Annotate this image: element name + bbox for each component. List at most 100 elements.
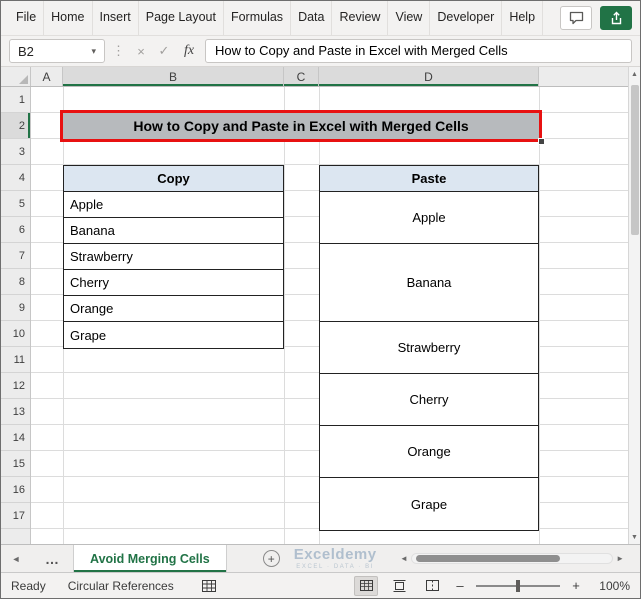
copy-cell-apple[interactable]: Apple <box>64 192 283 218</box>
row-header-9[interactable]: 9 <box>1 295 30 321</box>
row-header-2[interactable]: 2 <box>1 113 30 139</box>
sheet-tab-bar: ◄ … Avoid Merging Cells + Exceldemy EXCE… <box>1 544 640 572</box>
paste-cell-strawberry[interactable]: Strawberry <box>320 322 538 374</box>
copy-cell-cherry[interactable]: Cherry <box>64 270 283 296</box>
paste-table-body: Apple Banana Strawberry Cherry Orange Grape <box>320 192 538 530</box>
vertical-scroll-thumb[interactable] <box>630 85 639 235</box>
row-header-10[interactable]: 10 <box>1 321 30 347</box>
paste-cell-apple[interactable]: Apple <box>320 192 538 244</box>
status-right-group: – + 100% <box>354 575 630 596</box>
ribbon-tab-page-layout[interactable]: Page Layout <box>139 1 224 35</box>
paste-cell-banana[interactable]: Banana <box>320 244 538 322</box>
column-header-c[interactable]: C <box>284 67 319 86</box>
ribbon-right-buttons <box>560 6 632 30</box>
ribbon-tab-help[interactable]: Help <box>502 1 544 35</box>
copy-cell-strawberry[interactable]: Strawberry <box>64 244 283 270</box>
horizontal-scrollbar[interactable]: ◄ ► <box>400 553 624 564</box>
insert-function-button[interactable]: fx <box>178 43 200 59</box>
status-mode: Ready <box>11 578 46 593</box>
view-page-layout-button[interactable] <box>387 576 411 596</box>
exceldemy-watermark: Exceldemy EXCEL · DATA · BI <box>294 547 377 570</box>
row-header-14[interactable]: 14 <box>1 425 30 451</box>
row-header-7[interactable]: 7 <box>1 243 30 269</box>
ribbon-tab-developer[interactable]: Developer <box>430 1 503 35</box>
copy-cell-banana[interactable]: Banana <box>64 218 283 244</box>
excel-window: File Home Insert Page Layout Formulas Data Rev… <box>0 0 641 599</box>
scroll-down-icon[interactable]: ▼ <box>629 530 640 544</box>
chevron-down-icon[interactable]: ▾ <box>91 46 96 57</box>
ribbon-tab-view[interactable]: View <box>388 1 431 35</box>
zoom-in-button[interactable]: + <box>569 578 583 593</box>
ribbon-tab-review[interactable]: Review <box>332 1 389 35</box>
formula-input[interactable]: How to Copy and Paste in Excel with Merg… <box>205 39 632 63</box>
vertical-scrollbar[interactable]: ▲ ▼ <box>628 67 640 544</box>
sheet-nav-left-icon[interactable]: ◄ <box>1 554 31 564</box>
zoom-slider[interactable] <box>476 579 560 592</box>
comment-icon <box>569 11 583 25</box>
column-header-filler <box>539 67 628 86</box>
paste-cell-grape[interactable]: Grape <box>320 478 538 530</box>
view-normal-button[interactable] <box>354 575 378 596</box>
ribbon-tab-home[interactable]: Home <box>44 1 93 35</box>
status-sheet-icon[interactable] <box>201 579 216 592</box>
ribbon-tab-data[interactable]: Data <box>291 1 333 35</box>
formula-text: How to Copy and Paste in Excel with Merg… <box>215 43 508 58</box>
ribbon-tab-bar: File Home Insert Page Layout Formulas Data Rev… <box>1 1 640 35</box>
copy-cell-orange[interactable]: Orange <box>64 296 283 322</box>
red-highlight-box: How to Copy and Paste in Excel with Merg… <box>60 110 545 145</box>
select-all-corner[interactable] <box>1 67 31 86</box>
share-button[interactable] <box>600 6 632 30</box>
zoom-slider-thumb[interactable] <box>516 579 520 592</box>
cells-area[interactable]: How to Copy and Paste in Excel with Merg… <box>31 87 628 544</box>
copy-table-header-cell[interactable]: Copy <box>64 166 283 192</box>
row-header-3[interactable]: 3 <box>1 139 30 165</box>
row-header-12[interactable]: 12 <box>1 373 30 399</box>
row-header-5[interactable]: 5 <box>1 191 30 217</box>
horizontal-scroll-track[interactable] <box>410 553 614 564</box>
more-sheets-ellipsis[interactable]: … <box>31 551 73 567</box>
row-headers: 1 2 3 4 5 6 7 8 9 10 11 12 13 14 15 16 17 <box>1 87 31 544</box>
name-box[interactable]: B2 ▾ <box>9 39 105 63</box>
row-header-13[interactable]: 13 <box>1 399 30 425</box>
row-header-4[interactable]: 4 <box>1 165 30 191</box>
ribbon-tab-formulas[interactable]: Formulas <box>224 1 292 35</box>
merged-title-cell[interactable]: How to Copy and Paste in Excel with Merg… <box>63 113 539 139</box>
circular-references-status[interactable]: Circular References <box>68 579 174 593</box>
row-header-8[interactable]: 8 <box>1 269 30 295</box>
sheet-tab-avoid-merging-cells[interactable]: Avoid Merging Cells <box>73 545 227 572</box>
view-page-break-button[interactable] <box>420 576 444 596</box>
enter-button[interactable]: ✓ <box>155 43 173 59</box>
paste-cell-orange[interactable]: Orange <box>320 426 538 478</box>
row-header-16[interactable]: 16 <box>1 477 30 503</box>
horizontal-scroll-thumb[interactable] <box>415 555 561 562</box>
ribbon-tab-insert[interactable]: Insert <box>93 1 139 35</box>
row-header-1[interactable]: 1 <box>1 87 30 113</box>
cancel-button[interactable]: × <box>132 44 150 59</box>
zoom-level-label[interactable]: 100% <box>592 579 630 593</box>
page-layout-icon <box>393 579 405 592</box>
paste-table: Paste Apple Banana Strawberry Cherry Orange G… <box>319 165 539 531</box>
grid-body: 1 2 3 4 5 6 7 8 9 10 11 12 13 14 15 16 17 How to Copy an… <box>1 87 628 544</box>
fill-handle[interactable] <box>538 138 545 145</box>
zoom-out-button[interactable]: – <box>453 578 467 593</box>
copy-table: Copy Apple Banana Strawberry Cherry Orange Gr… <box>63 165 284 349</box>
copy-table-body: Apple Banana Strawberry Cherry Orange Grape <box>64 192 283 348</box>
paste-table-header-cell[interactable]: Paste <box>320 166 538 192</box>
scroll-up-icon[interactable]: ▲ <box>629 67 640 81</box>
new-sheet-button[interactable]: + <box>262 550 280 567</box>
column-header-a[interactable]: A <box>31 67 63 86</box>
copy-cell-grape[interactable]: Grape <box>64 322 283 348</box>
comments-button[interactable] <box>560 6 592 30</box>
gridline <box>539 87 540 544</box>
row-header-17[interactable]: 17 <box>1 503 30 529</box>
formula-bar: B2 ▾ ⋮ × ✓ fx How to Copy and Paste in E… <box>1 35 640 67</box>
column-header-b[interactable]: B <box>63 67 284 86</box>
scroll-right-icon[interactable]: ► <box>616 554 624 563</box>
row-header-15[interactable]: 15 <box>1 451 30 477</box>
row-header-6[interactable]: 6 <box>1 217 30 243</box>
column-header-d[interactable]: D <box>319 67 539 86</box>
paste-cell-cherry[interactable]: Cherry <box>320 374 538 426</box>
row-header-11[interactable]: 11 <box>1 347 30 373</box>
scroll-left-icon[interactable]: ◄ <box>400 554 408 563</box>
ribbon-tab-file[interactable]: File <box>9 1 45 35</box>
